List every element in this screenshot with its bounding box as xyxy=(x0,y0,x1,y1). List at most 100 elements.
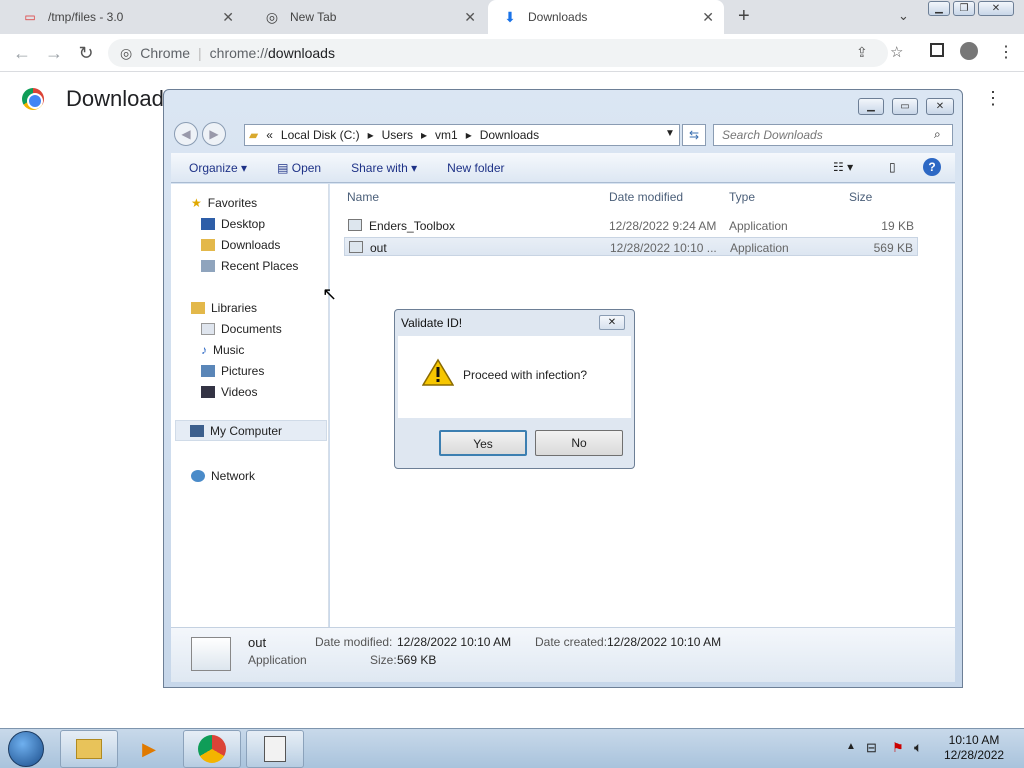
overflow-icon: « xyxy=(266,128,273,142)
file-name: Enders_Toolbox xyxy=(369,219,456,233)
minimize-icon[interactable]: ▁ xyxy=(928,1,950,16)
new-tab-icon[interactable]: + xyxy=(738,5,750,28)
detail-size: 569 KB xyxy=(397,653,437,667)
nav-videos[interactable]: Videos xyxy=(201,385,257,399)
profile-avatar[interactable] xyxy=(960,42,978,60)
organize-label: Organize xyxy=(189,160,238,175)
restore-icon[interactable]: ❐ xyxy=(953,1,975,16)
close-window-icon[interactable]: ✕ xyxy=(926,98,954,115)
network-tray-icon[interactable]: ⊟ xyxy=(866,740,877,756)
column-header-name[interactable]: Name xyxy=(347,190,379,204)
taskbar-chrome-button[interactable] xyxy=(183,730,241,768)
view-options-icon[interactable]: ☷ ▾ xyxy=(833,160,853,174)
breadcrumb-item[interactable]: Users xyxy=(382,128,413,142)
minimize-icon[interactable]: ▁ xyxy=(858,98,884,115)
forward-icon[interactable]: → xyxy=(42,42,66,64)
close-icon[interactable]: ✕ xyxy=(222,9,234,26)
dialog-message: Proceed with infection? xyxy=(463,368,588,382)
share-icon[interactable]: ⇪ xyxy=(856,44,868,61)
nav-label: Libraries xyxy=(211,301,258,315)
nav-label: My Computer xyxy=(210,423,283,438)
bookmark-star-icon[interactable]: ☆ xyxy=(890,43,903,61)
preview-pane-icon[interactable]: ▯ xyxy=(889,160,896,174)
volume-icon[interactable]: 🔈︎ xyxy=(914,739,922,756)
search-input[interactable]: Search Downloads xyxy=(713,124,953,146)
file-size: 19 KB xyxy=(881,219,914,233)
maximize-icon[interactable]: ▭ xyxy=(892,98,918,115)
dialog-body: Proceed with infection? xyxy=(398,336,631,418)
nav-label: Recent Places xyxy=(221,259,299,273)
taskbar-clock[interactable]: 10:10 AM 12/28/2022 xyxy=(944,733,1004,763)
separator: | xyxy=(198,45,202,61)
detail-kind: Application xyxy=(248,653,307,667)
breadcrumb-item[interactable]: Local Disk (C:) xyxy=(281,128,360,142)
breadcrumb-item[interactable]: Downloads xyxy=(480,128,539,142)
chrome-icon xyxy=(198,735,226,763)
warning-icon xyxy=(422,358,454,386)
taskbar-media-button[interactable]: ▶ xyxy=(120,730,178,768)
show-hidden-icons[interactable]: ▲ xyxy=(846,741,856,752)
videos-icon xyxy=(201,386,215,398)
tab-downloads[interactable]: ⬇ Downloads ✕ xyxy=(488,0,724,34)
column-header-size[interactable]: Size xyxy=(849,190,872,204)
breadcrumb[interactable]: ▰ « Local Disk (C:) ▸ Users ▸ vm1 ▸ Downloa… xyxy=(244,124,680,146)
open-icon: ▤ xyxy=(277,160,289,175)
close-icon[interactable]: ✕ xyxy=(599,315,625,330)
help-icon[interactable]: ? xyxy=(923,158,941,176)
tab-files[interactable]: ▭ /tmp/files - 3.0 ✕ xyxy=(8,0,244,34)
new-folder-button[interactable]: New folder xyxy=(447,161,504,175)
yes-button[interactable]: Yes xyxy=(439,430,527,456)
taskbar-explorer-button[interactable] xyxy=(60,730,118,768)
reload-icon[interactable]: ↻ xyxy=(74,42,98,64)
dropdown-icon[interactable]: ▼ xyxy=(665,128,675,139)
nav-recent[interactable]: Recent Places xyxy=(201,259,298,273)
back-icon[interactable]: ◀ xyxy=(174,122,198,146)
back-icon[interactable]: ← xyxy=(10,42,34,64)
nav-favorites[interactable]: ★ Favorites xyxy=(191,196,257,210)
command-bar: Organize ▾ ▤ Open Share with ▾ New folde… xyxy=(171,153,955,183)
close-window-icon[interactable]: ✕ xyxy=(978,1,1014,16)
documents-icon xyxy=(201,323,215,335)
application-icon xyxy=(348,219,362,231)
column-header-date[interactable]: Date modified xyxy=(609,190,683,204)
nav-pictures[interactable]: Pictures xyxy=(201,364,264,378)
site-chip: Chrome xyxy=(140,45,191,61)
share-with-button[interactable]: Share with ▾ xyxy=(351,161,417,175)
column-header-type[interactable]: Type xyxy=(729,190,755,204)
close-icon[interactable]: ✕ xyxy=(464,9,476,26)
folder-icon xyxy=(76,739,102,759)
action-center-icon[interactable]: ⚑ xyxy=(892,740,904,756)
forward-icon[interactable]: ▶ xyxy=(202,122,226,146)
address-bar[interactable]: ◎ Chrome | chrome://downloads ⇪ ☆ xyxy=(108,39,903,67)
table-row[interactable]: Enders_Toolbox 12/28/2022 9:24 AM Applic… xyxy=(344,216,918,235)
nav-network[interactable]: Network xyxy=(191,469,255,483)
nav-libraries[interactable]: Libraries xyxy=(191,301,257,315)
menu-dots-icon[interactable]: ⋮ xyxy=(998,42,1014,62)
application-icon xyxy=(349,241,363,253)
tab-newtab[interactable]: ◎ New Tab ✕ xyxy=(250,0,486,34)
table-row[interactable]: out 12/28/2022 10:10 ... Application 569… xyxy=(344,237,918,256)
refresh-icon[interactable]: ⇆ xyxy=(682,124,706,146)
organize-button[interactable]: Organize ▾ xyxy=(189,161,247,175)
detail-modified: 12/28/2022 10:10 AM xyxy=(397,635,512,649)
taskbar-app-button[interactable] xyxy=(246,730,304,768)
breadcrumb-item[interactable]: vm1 xyxy=(435,128,458,142)
nav-documents[interactable]: Documents xyxy=(201,322,282,336)
url-path: downloads xyxy=(268,45,335,61)
start-button[interactable] xyxy=(8,731,44,767)
chrome-icon: ◎ xyxy=(265,8,279,25)
no-button[interactable]: No xyxy=(535,430,623,456)
side-panel-icon[interactable] xyxy=(930,43,944,57)
music-icon: ♪ xyxy=(201,343,207,357)
nav-my-computer[interactable]: My Computer xyxy=(175,420,327,441)
close-icon[interactable]: ✕ xyxy=(702,9,714,26)
tab-label: New Tab xyxy=(290,10,337,24)
nav-music[interactable]: ♪ Music xyxy=(201,343,244,357)
chevron-down-icon[interactable]: ⌄ xyxy=(898,8,909,24)
more-actions-icon[interactable]: ⋮ xyxy=(984,88,1002,109)
nav-desktop[interactable]: Desktop xyxy=(201,217,265,231)
chevron-right-icon: ▸ xyxy=(420,128,428,142)
nav-downloads[interactable]: Downloads xyxy=(201,238,280,252)
open-button[interactable]: ▤ Open xyxy=(277,161,321,175)
details-pane: out Application Date modified: 12/28/202… xyxy=(171,627,955,682)
